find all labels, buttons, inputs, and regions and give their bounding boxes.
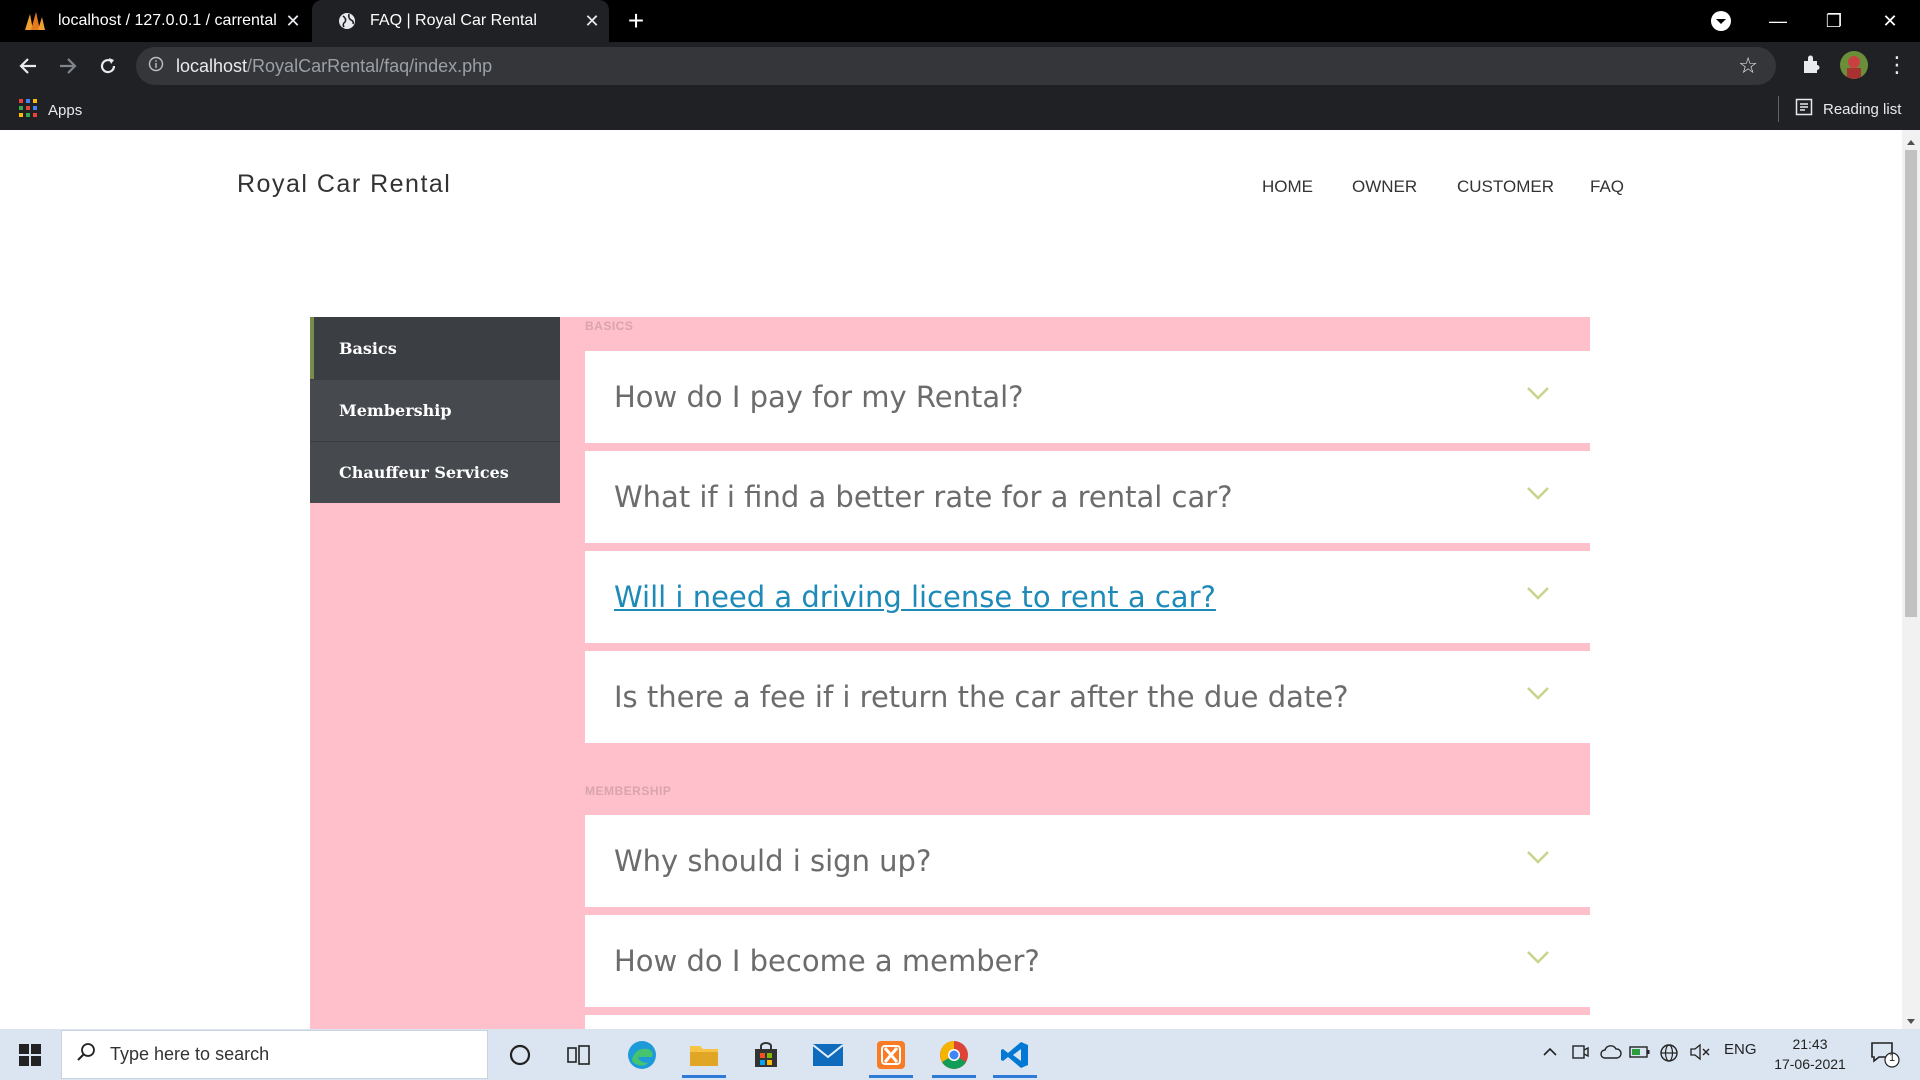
chrome-menu-icon[interactable]: ⋮ xyxy=(1886,52,1908,78)
faq-question-item-partial[interactable] xyxy=(585,1015,1590,1029)
faq-question-text[interactable]: Is there a fee if i return the car after… xyxy=(614,680,1349,714)
chevron-down-icon[interactable] xyxy=(1526,849,1550,865)
group-title-membership: MEMBERSHIP xyxy=(585,784,672,798)
browser-tab-phpmyadmin[interactable]: localhost / 127.0.0.1 / carrental | ✕ xyxy=(0,0,310,42)
tab-title: FAQ | Royal Car Rental xyxy=(370,12,537,29)
task-view-icon[interactable] xyxy=(551,1032,607,1078)
restore-button[interactable]: ❐ xyxy=(1806,0,1862,42)
category-basics[interactable]: Basics xyxy=(310,317,560,379)
faq-question-item[interactable]: Will i need a driving license to rent a … xyxy=(585,551,1590,643)
faq-question-link-hovered[interactable]: Will i need a driving license to rent a … xyxy=(614,580,1216,614)
action-center-notifications-icon[interactable]: 1 xyxy=(1870,1040,1902,1070)
tab-close-icon[interactable]: ✕ xyxy=(276,11,310,32)
scroll-up-arrow-icon[interactable] xyxy=(1905,134,1917,145)
reload-icon[interactable] xyxy=(90,50,126,82)
browser-tab-strip: localhost / 127.0.0.1 / carrental | ✕ FA… xyxy=(0,0,1920,42)
new-tab-button[interactable]: + xyxy=(618,5,654,37)
file-explorer-icon[interactable] xyxy=(676,1032,732,1078)
faq-question-text[interactable]: Why should i sign up? xyxy=(614,844,931,878)
input-language-indicator[interactable]: ENG xyxy=(1724,1041,1757,1058)
group-title-basics: BASICS xyxy=(585,319,634,333)
chrome-icon[interactable] xyxy=(926,1032,982,1078)
category-membership[interactable]: Membership xyxy=(310,379,560,441)
faq-content-panel: BASICS How do I pay for my Rental? What … xyxy=(560,317,1590,1029)
onedrive-cloud-icon[interactable] xyxy=(1600,1043,1622,1061)
faq-question-item[interactable]: Why should i sign up? xyxy=(585,815,1590,907)
taskbar-search-box[interactable]: Type here to search xyxy=(61,1030,488,1079)
url-path: /RoyalCarRental/faq/index.php xyxy=(247,55,493,76)
show-hidden-icons-chevron-icon[interactable] xyxy=(1541,1043,1559,1061)
search-placeholder: Type here to search xyxy=(110,1044,270,1064)
chevron-down-icon[interactable] xyxy=(1526,485,1550,501)
extensions-puzzle-icon[interactable] xyxy=(1800,53,1826,79)
chevron-down-icon[interactable] xyxy=(1526,685,1550,701)
close-window-button[interactable]: ✕ xyxy=(1862,0,1918,42)
faq-category-sidebar: Basics Membership Chauffeur Services xyxy=(310,317,560,1029)
phpmyadmin-favicon-icon xyxy=(24,10,46,32)
apps-grid-icon xyxy=(18,98,38,122)
chevron-down-icon[interactable] xyxy=(1526,585,1550,601)
reading-list-icon xyxy=(1795,98,1813,120)
faq-question-item[interactable]: How do I become a member? xyxy=(585,915,1590,1007)
profile-dropdown-icon[interactable] xyxy=(1710,10,1734,34)
browser-tab-faq[interactable]: FAQ | Royal Car Rental ✕ xyxy=(312,0,609,42)
info-icon[interactable] xyxy=(136,56,176,76)
category-chauffeur-services[interactable]: Chauffeur Services xyxy=(310,441,560,503)
faq-question-item[interactable]: Is there a fee if i return the car after… xyxy=(585,651,1590,743)
nav-home-link[interactable]: HOME xyxy=(1262,177,1313,197)
chevron-down-icon[interactable] xyxy=(1526,385,1550,401)
faq-question-item[interactable]: What if i find a better rate for a renta… xyxy=(585,451,1590,543)
notification-count-badge: 1 xyxy=(1888,1052,1896,1064)
xampp-icon[interactable] xyxy=(863,1032,919,1078)
profile-avatar[interactable] xyxy=(1840,51,1868,79)
minimize-button[interactable]: — xyxy=(1750,0,1806,42)
edge-browser-icon[interactable] xyxy=(614,1032,670,1078)
web-page: Royal Car Rental HOME OWNER CUSTOMER FAQ… xyxy=(0,130,1902,1029)
windows-start-icon[interactable] xyxy=(12,1040,48,1070)
url-host: localhost xyxy=(176,55,248,76)
site-brand-logo[interactable]: Royal Car Rental xyxy=(237,170,451,199)
address-bar[interactable]: localhost/RoyalCarRental/faq/index.php ☆ xyxy=(136,47,1776,85)
forward-arrow-icon[interactable] xyxy=(50,50,86,82)
nav-owner-link[interactable]: OWNER xyxy=(1352,177,1417,197)
cortana-icon[interactable] xyxy=(492,1032,548,1078)
vscode-icon[interactable] xyxy=(987,1032,1043,1078)
network-globe-icon[interactable] xyxy=(1659,1043,1679,1063)
clock[interactable]: 21:43 17-06-2021 xyxy=(1772,1034,1848,1074)
reading-list-button[interactable]: Reading list xyxy=(1795,98,1901,120)
clock-date: 17-06-2021 xyxy=(1774,1056,1846,1072)
faq-question-text[interactable]: How do I become a member? xyxy=(614,944,1040,978)
scrollbar-thumb[interactable] xyxy=(1905,150,1917,617)
faq-question-item[interactable]: How do I pay for my Rental? xyxy=(585,351,1590,443)
reading-list-label: Reading list xyxy=(1823,100,1902,118)
apps-label: Apps xyxy=(48,101,83,119)
bookmark-star-icon[interactable]: ☆ xyxy=(1738,53,1758,79)
battery-icon[interactable] xyxy=(1629,1043,1651,1061)
tab-close-icon[interactable]: ✕ xyxy=(575,11,609,32)
mail-icon[interactable] xyxy=(800,1032,856,1078)
clock-time: 21:43 xyxy=(1792,1036,1828,1052)
scroll-down-arrow-icon[interactable] xyxy=(1905,1014,1917,1024)
apps-bookmark[interactable]: Apps xyxy=(18,98,82,122)
tab-title: localhost / 127.0.0.1 / carrental | xyxy=(58,12,276,29)
faq-question-text[interactable]: What if i find a better rate for a renta… xyxy=(614,480,1233,514)
globe-icon xyxy=(336,10,358,32)
microsoft-store-icon[interactable] xyxy=(738,1032,794,1078)
meet-now-icon[interactable] xyxy=(1571,1043,1589,1061)
bookmarks-bar: Apps Reading list xyxy=(0,90,1920,130)
faq-question-text[interactable]: How do I pay for my Rental? xyxy=(614,380,1024,414)
volume-muted-icon[interactable] xyxy=(1689,1043,1711,1061)
chevron-down-icon[interactable] xyxy=(1526,949,1550,965)
search-icon xyxy=(76,1042,96,1067)
bookmark-divider xyxy=(1778,96,1779,122)
nav-faq-link[interactable]: FAQ xyxy=(1590,177,1624,197)
nav-customer-link[interactable]: CUSTOMER xyxy=(1457,177,1554,197)
back-arrow-icon[interactable] xyxy=(10,50,46,82)
